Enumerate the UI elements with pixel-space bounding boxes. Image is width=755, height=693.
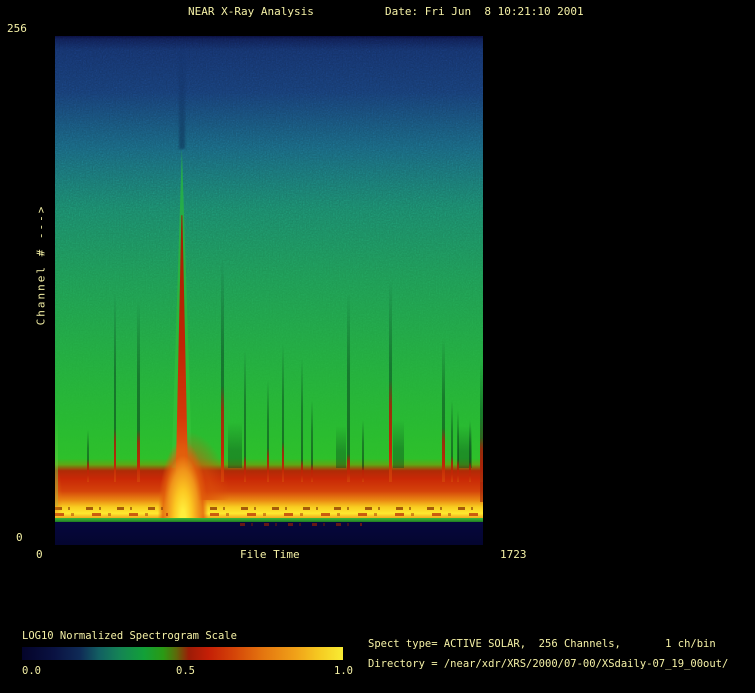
x-axis-max-tick: 1723 — [500, 548, 527, 561]
spike-red-core — [137, 430, 140, 482]
spike-red-core — [267, 448, 269, 482]
y-axis-label: Channel # ---> — [35, 205, 48, 326]
spike-red-core — [469, 462, 471, 483]
colorbar-tick-1: 1.0 — [334, 665, 353, 678]
spike-tail — [301, 358, 303, 470]
colorbar-title: LOG10 Normalized Spectrogram Scale — [22, 630, 237, 643]
spike-red-core — [362, 466, 364, 483]
flare-base-glow — [156, 426, 210, 518]
near-xray-analysis-window: NEAR X-Ray Analysis Date: Fri Jun 8 10:2… — [0, 0, 755, 693]
spike-red-core — [451, 456, 453, 483]
spike-red-core — [389, 380, 392, 482]
spike-red-core — [282, 442, 284, 482]
spike-red-core — [301, 460, 303, 483]
spectrogram-plot — [55, 36, 483, 545]
spike-red-core — [311, 464, 313, 483]
band-dash-line — [210, 513, 483, 516]
band-dash-line — [55, 507, 168, 510]
directory-line: Directory = /near/xdr/XRS/2000/07-00/XSd… — [368, 658, 728, 671]
spike-red-core — [87, 460, 89, 483]
spike-tail — [362, 420, 364, 470]
spect-type-line: Spect type= ACTIVE SOLAR, 256 Channels, … — [368, 638, 716, 651]
dark-column — [393, 420, 404, 468]
band-dash-line — [210, 507, 483, 510]
spike-tail — [311, 400, 313, 470]
flare-upper-shadow — [179, 48, 185, 149]
y-axis-min-tick: 0 — [16, 531, 23, 544]
band-dash-line — [55, 513, 168, 516]
colorbar-tick-05: 0.5 — [176, 665, 195, 678]
spike-tail — [347, 293, 350, 471]
spike-red-core — [114, 428, 116, 482]
spike-red-core — [442, 428, 445, 482]
spike-red-core — [347, 454, 350, 483]
right-edge-dark-column — [480, 416, 483, 502]
dark-column — [336, 426, 346, 468]
y-axis-max-tick: 256 — [7, 22, 27, 35]
page-title: NEAR X-Ray Analysis — [188, 5, 314, 18]
spike-red-core — [457, 460, 459, 483]
x-axis-label: File Time — [240, 548, 300, 561]
colorbar-tick-0: 0.0 — [22, 665, 41, 678]
empty-band-dashes — [240, 523, 362, 526]
colorbar-gradient — [22, 647, 343, 660]
x-axis-min-tick: 0 — [36, 548, 43, 561]
left-edge-orange-smear — [55, 460, 65, 516]
date-label: Date: Fri Jun 8 10:21:10 2001 — [385, 5, 584, 18]
